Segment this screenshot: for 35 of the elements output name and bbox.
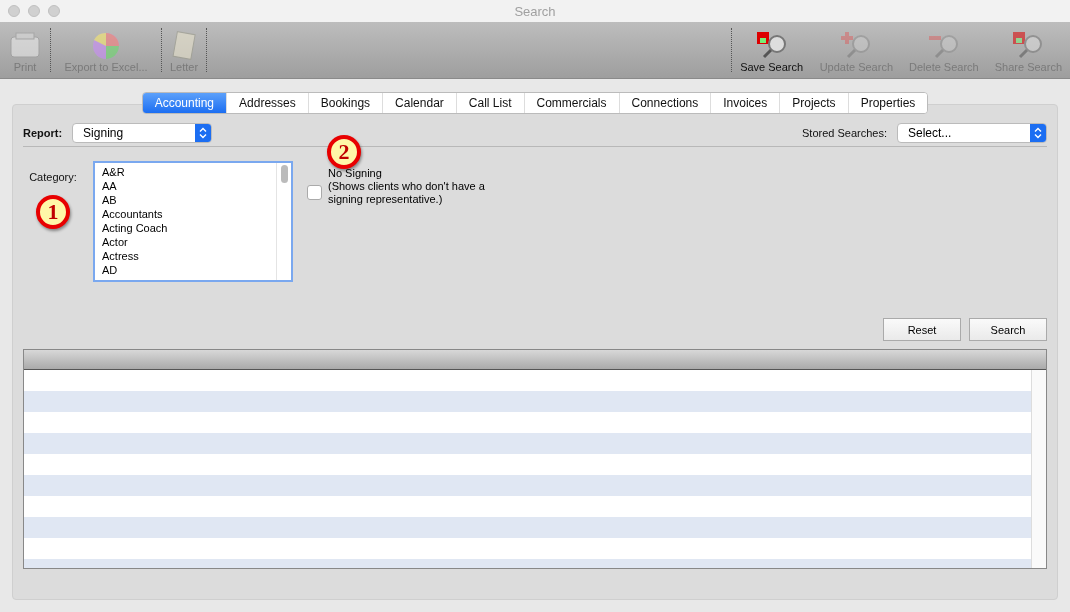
category-label: Category: [29, 171, 77, 183]
list-item[interactable]: Actress [102, 249, 269, 263]
stepper-icon [195, 124, 212, 142]
plus-magnifier-icon [840, 31, 873, 61]
stored-searches-dropdown[interactable]: Select... [897, 123, 1047, 143]
stepper-icon [1030, 124, 1046, 142]
callout-badge: 1 [36, 195, 70, 229]
window-title: Search [514, 3, 556, 19]
no-signing-checkbox[interactable] [307, 185, 322, 200]
scrollbar-track[interactable] [1031, 370, 1046, 568]
scrollbar-thumb[interactable] [280, 165, 288, 183]
list-item[interactable]: A&R [102, 165, 269, 179]
category-list[interactable]: A&R AA AB Accountants Acting Coach Actor Actress AD [93, 161, 293, 282]
action-button[interactable]: Search [969, 318, 1047, 341]
list-item[interactable]: AD [102, 263, 269, 277]
toolbar-button[interactable]: Save Search [731, 22, 812, 78]
callout-badge: 2 [327, 135, 361, 169]
list-item[interactable]: Accountants [102, 207, 269, 221]
report-label: Report: [23, 127, 63, 139]
list-item[interactable]: AB [102, 193, 269, 207]
tab[interactable]: Properties [847, 93, 928, 113]
action-button[interactable]: Reset [883, 318, 961, 341]
window-control-button[interactable] [28, 5, 40, 17]
no-signing-description: No Signing (Shows clients who don't have a signing representative.) [328, 167, 486, 206]
floppy-magnifier-icon [1012, 31, 1045, 61]
list-item[interactable]: Actor [102, 235, 269, 249]
list-item[interactable]: AA [102, 179, 269, 193]
pie-chart-icon [90, 31, 122, 61]
list-item[interactable]: Acting Coach [102, 221, 269, 235]
floppy-magnifier-icon [755, 31, 788, 61]
tab[interactable]: Accounting [142, 93, 227, 113]
window-control-button[interactable] [48, 5, 60, 17]
window-control-button[interactable] [8, 5, 20, 17]
stored-searches-label: Stored Searches: [802, 127, 887, 139]
report-dropdown[interactable]: Signing [72, 123, 213, 143]
